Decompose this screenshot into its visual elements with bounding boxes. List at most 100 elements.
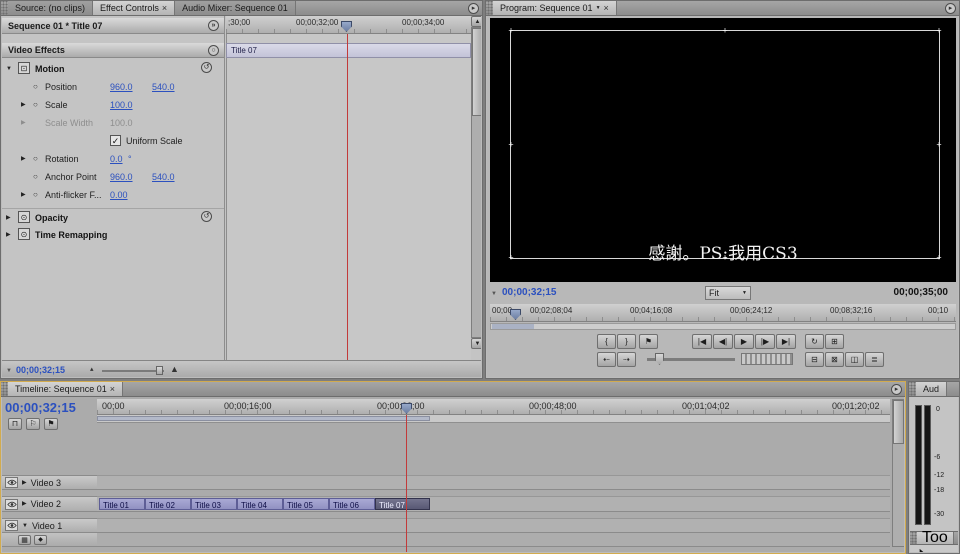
program-workarea-bar[interactable] (490, 323, 956, 330)
transform-handle[interactable]: + (722, 27, 727, 36)
effect-clip-bar[interactable]: Title 07 (226, 43, 471, 58)
export-frame-button[interactable]: ◫ (845, 352, 864, 367)
clip-title-05[interactable]: Title 05 (283, 498, 329, 510)
zoom-level-select[interactable]: Fit ▼ (705, 286, 751, 300)
timeline-workarea-bar[interactable] (97, 415, 890, 423)
column-divider[interactable] (224, 16, 225, 360)
expander-icon[interactable]: ▶ (21, 102, 26, 108)
title-bounding-box[interactable]: + + + + + + + + (510, 30, 940, 259)
panel-menu-icon[interactable]: ▸ (945, 3, 956, 14)
step-forward-button[interactable]: |▶ (755, 334, 775, 349)
lift-button[interactable]: ⊟ (805, 352, 824, 367)
position-y-value[interactable]: 540.0 (152, 82, 175, 92)
panel-menu-icon[interactable]: ▸ (468, 3, 479, 14)
zoom-in-icon[interactable]: ▲ (170, 364, 179, 374)
effect-mini-ruler[interactable]: ;30;00 00;00;32;00 00;00;34;00 (226, 16, 471, 34)
track-lane-video1[interactable] (97, 518, 890, 533)
close-icon[interactable]: × (604, 3, 609, 13)
transform-handle[interactable]: + (936, 27, 941, 36)
clip-title-06[interactable]: Title 06 (329, 498, 375, 510)
safe-margins-button[interactable]: ⊞ (825, 334, 844, 349)
toggle-animation-icon[interactable]: ○ (33, 191, 38, 199)
go-to-out-button[interactable]: ▶| (776, 334, 796, 349)
toggle-track-output-button[interactable] (5, 499, 18, 510)
close-icon[interactable]: × (162, 3, 167, 13)
selection-tool-button[interactable] (918, 545, 928, 552)
effect-vscrollbar[interactable] (471, 27, 481, 338)
extract-button[interactable]: ⊠ (825, 352, 844, 367)
loop-button[interactable]: ↻ (805, 334, 824, 349)
clip-title-01[interactable]: Title 01 (99, 498, 145, 510)
chevron-down-icon[interactable]: ▼ (491, 291, 497, 297)
jog-disk[interactable] (741, 353, 793, 365)
tab-effect-controls[interactable]: Effect Controls × (93, 1, 175, 15)
shuttle-slider[interactable] (647, 358, 735, 361)
set-in-point-button[interactable]: { (597, 334, 616, 349)
tab-source[interactable]: Source: (no clips) (8, 1, 93, 15)
position-x-value[interactable]: 960.0 (110, 82, 133, 92)
transform-handle[interactable]: + (508, 254, 513, 263)
expander-icon[interactable]: ▶ (22, 501, 27, 507)
playhead-line[interactable] (406, 415, 407, 552)
panel-drag-grip[interactable] (1, 382, 8, 396)
workarea-segment[interactable] (97, 416, 430, 421)
set-marker-button[interactable]: ⚑ (639, 334, 658, 349)
anchor-y-value[interactable]: 540.0 (152, 172, 175, 182)
scroll-up-button[interactable]: ▲ (471, 16, 481, 27)
zoom-slider[interactable] (102, 370, 164, 372)
panel-menu-icon[interactable]: ▸ (891, 384, 902, 395)
panel-drag-grip[interactable] (910, 532, 917, 544)
transform-handle[interactable]: + (508, 27, 513, 36)
expander-icon[interactable]: ▼ (6, 66, 12, 72)
close-icon[interactable]: × (110, 384, 115, 394)
clip-title-02[interactable]: Title 02 (145, 498, 191, 510)
chevron-down-icon[interactable]: ▼ (596, 6, 601, 11)
zoom-slider-thumb[interactable] (156, 366, 163, 375)
transform-handle[interactable]: + (936, 254, 941, 263)
previous-marker-button[interactable]: ⇠ (597, 352, 616, 367)
shuttle-thumb[interactable] (655, 353, 664, 365)
title-overlay-text[interactable]: 感謝。PS:我用CS3 (648, 239, 797, 264)
rotation-value[interactable]: 0.0 (110, 154, 123, 164)
timeline-ruler[interactable]: 00;00 00;00;16;00 00;00;32;00 00;00;48;0… (97, 399, 890, 415)
transform-handle[interactable]: + (936, 140, 941, 149)
clip-title-07-selected[interactable]: Title 07 (375, 498, 430, 510)
timeline-current-timecode[interactable]: 00;00;32;15 (5, 400, 76, 415)
program-ruler[interactable]: 00;00 00;02;08;04 00;04;16;08 00;06;24;1… (490, 304, 956, 322)
panel-drag-grip[interactable] (909, 382, 916, 396)
timeline-vscrollbar[interactable] (892, 399, 904, 547)
reset-effect-icon[interactable]: ↺ (201, 211, 212, 222)
program-current-timecode[interactable]: 00;00;32;15 (502, 287, 556, 298)
expander-icon[interactable]: ▶ (6, 215, 11, 221)
set-out-point-button[interactable]: } (617, 334, 636, 349)
step-back-button[interactable]: ◀| (713, 334, 733, 349)
next-marker-button[interactable]: ⇢ (617, 352, 636, 367)
clip-title-03[interactable]: Title 03 (191, 498, 237, 510)
program-video-frame[interactable]: + + + + + + + + 感謝。PS:我用CS3 (490, 18, 956, 282)
track-sublane-video1[interactable] (97, 533, 890, 547)
track-lane-video3[interactable] (97, 475, 890, 490)
trim-button[interactable]: ≣ (865, 352, 884, 367)
toggle-animation-icon[interactable]: ○ (33, 155, 38, 163)
scrollbar-thumb[interactable] (472, 28, 481, 116)
toggle-animation-icon[interactable]: ○ (33, 173, 38, 181)
show-keyframes-button[interactable]: ◆ (34, 535, 47, 545)
snap-toggle-button[interactable]: ⊓ (8, 418, 22, 430)
expander-icon[interactable]: ▶ (22, 480, 27, 486)
go-to-in-button[interactable]: |◀ (692, 334, 712, 349)
anchor-x-value[interactable]: 960.0 (110, 172, 133, 182)
track-lane-video2[interactable]: Title 01 Title 02 Title 03 Title 04 Titl… (97, 496, 890, 512)
set-marker-button[interactable]: ⚑ (44, 418, 58, 430)
playhead-line[interactable] (347, 34, 348, 360)
panel-drag-grip[interactable] (486, 1, 493, 15)
workarea-segment[interactable] (492, 324, 534, 329)
tab-tools[interactable]: Too (917, 532, 954, 544)
clip-title-04[interactable]: Title 04 (237, 498, 283, 510)
scroll-down-button[interactable]: ▼ (471, 338, 481, 349)
expander-icon[interactable]: ▶ (6, 232, 11, 238)
toggle-track-output-button[interactable] (5, 477, 18, 488)
scrollbar-thumb[interactable] (893, 400, 904, 444)
scale-value[interactable]: 100.0 (110, 100, 133, 110)
set-display-style-button[interactable]: ▦ (18, 535, 31, 545)
section-badge-icon[interactable]: ○ (208, 45, 219, 56)
